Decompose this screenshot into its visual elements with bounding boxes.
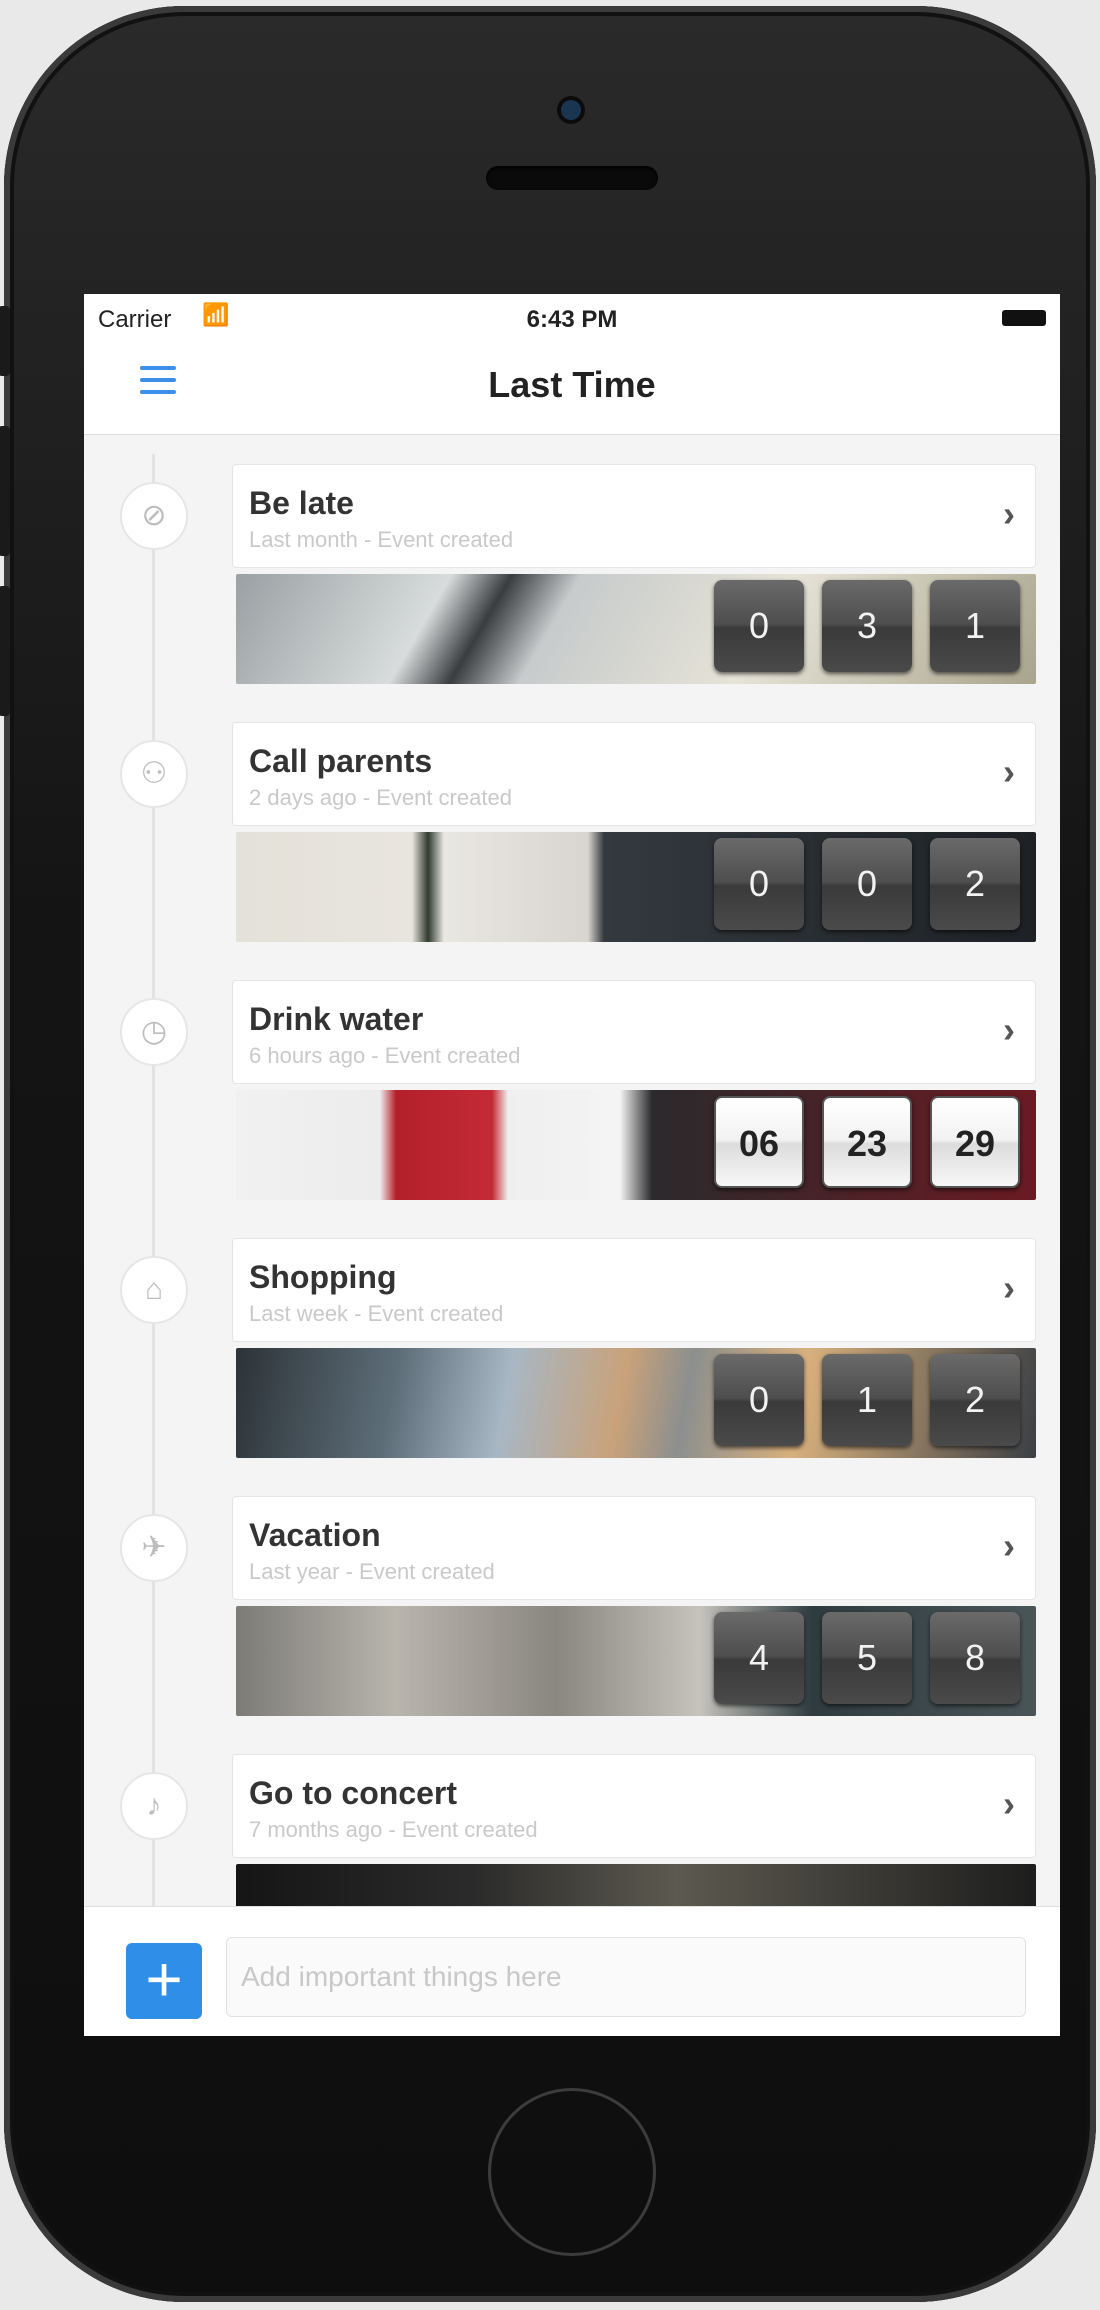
counter-digit: 8 — [930, 1612, 1020, 1704]
music-note-icon: ♪ — [120, 1772, 188, 1840]
page-title: Last Time — [488, 364, 656, 405]
event-header[interactable]: Be late Last month - Event created › — [232, 464, 1036, 568]
app-screen: Carrier 📶 6:43 PM Last Time ⊘ Be late Last… — [84, 294, 1060, 2036]
event-header[interactable]: Shopping Last week - Event created › — [232, 1238, 1036, 1342]
mute-switch — [0, 306, 10, 376]
counter-digit: 3 — [822, 580, 912, 672]
counter-digit: 06 — [714, 1096, 804, 1188]
counter-digit: 0 — [714, 1354, 804, 1446]
add-button[interactable]: + — [126, 1943, 202, 2019]
status-time: 6:43 PM — [526, 306, 618, 333]
event-photo: 012 — [236, 1348, 1036, 1458]
people-icon: ⚇ — [120, 740, 188, 808]
event-photo: 06 23 29 — [236, 1090, 1036, 1200]
event-name: Go to concert — [249, 1775, 458, 1811]
event-card[interactable]: Call parents 2 days ago - Event created › 0… — [232, 722, 1036, 942]
counter-digit: 5 — [822, 1612, 912, 1704]
event-card[interactable]: Drink water 6 hours ago - Event created › 0… — [232, 980, 1036, 1200]
counter-digit: 1 — [930, 580, 1020, 672]
battery-icon — [1002, 310, 1046, 326]
counter-digit: 2 — [930, 838, 1020, 930]
event-subtitle: Last week - Event created — [249, 1301, 504, 1326]
counter-digit: 1 — [822, 1354, 912, 1446]
chevron-right-icon: › — [1003, 1525, 1015, 1566]
event-subtitle: 2 days ago - Event created — [249, 785, 512, 810]
event-header[interactable]: Vacation Last year - Event created › — [232, 1496, 1036, 1600]
status-bar: Carrier 📶 6:43 PM — [84, 294, 1060, 334]
event-subtitle: Last month - Event created — [249, 527, 514, 552]
nav-bar: Last Time — [84, 334, 1060, 435]
ban-icon: ⊘ — [120, 482, 188, 550]
event-photo: 458 — [236, 1606, 1036, 1716]
elapsed-counter: 458 — [714, 1612, 1020, 1704]
counter-digit: 4 — [714, 1612, 804, 1704]
event-name: Shopping — [249, 1259, 397, 1295]
event-card[interactable]: Be late Last month - Event created › 0 3 1 — [232, 464, 1036, 684]
hanger-icon: ⌂ — [120, 1256, 188, 1324]
volume-up-button — [0, 426, 10, 556]
counter-digit: 23 — [822, 1096, 912, 1188]
event-name: Call parents — [249, 743, 433, 779]
event-name: Vacation — [249, 1517, 381, 1553]
airplane-icon: ✈ — [120, 1514, 188, 1582]
volume-down-button — [0, 586, 10, 716]
event-name: Drink water — [249, 1001, 424, 1037]
home-button[interactable] — [488, 2088, 656, 2256]
event-card[interactable]: Shopping Last week - Event created › 0 1 2 — [232, 1238, 1036, 1458]
counter-digit: 0 — [714, 838, 804, 930]
elapsed-counter: 012 — [714, 1354, 1020, 1446]
counter-digit: 29 — [930, 1096, 1020, 1188]
chevron-right-icon: › — [1003, 1009, 1015, 1050]
counter-digit: 2 — [930, 1354, 1020, 1446]
add-input[interactable] — [226, 1937, 1026, 2017]
add-bar: + — [84, 1906, 1060, 2036]
elapsed-counter: 06 23 29 — [714, 1096, 1020, 1188]
front-camera — [561, 100, 581, 120]
counter-digit: 0 — [822, 838, 912, 930]
event-header[interactable]: Call parents 2 days ago - Event created › — [232, 722, 1036, 826]
event-header[interactable]: Go to concert 7 months ago - Event create… — [232, 1754, 1036, 1858]
event-subtitle: Last year - Event created — [249, 1559, 495, 1584]
earpiece-speaker — [486, 166, 658, 190]
counter-digit: 0 — [714, 580, 804, 672]
event-subtitle: 6 hours ago - Event created — [249, 1043, 521, 1068]
elapsed-counter: 002 — [714, 838, 1020, 930]
event-card[interactable]: Vacation Last year - Event created › 4 5 8 — [232, 1496, 1036, 1716]
event-name: Be late — [249, 485, 354, 521]
event-subtitle: 7 months ago - Event created — [249, 1817, 538, 1842]
event-header[interactable]: Drink water 6 hours ago - Event created › — [232, 980, 1036, 1084]
chevron-right-icon: › — [1003, 1783, 1015, 1824]
event-photo: 031 — [236, 574, 1036, 684]
event-photo: 002 — [236, 832, 1036, 942]
chevron-right-icon: › — [1003, 493, 1015, 534]
elapsed-counter: 031 — [714, 580, 1020, 672]
clock-icon: ◷ — [120, 998, 188, 1066]
chevron-right-icon: › — [1003, 1267, 1015, 1308]
phone-frame: Carrier 📶 6:43 PM Last Time ⊘ Be late Last… — [0, 6, 1096, 2302]
chevron-right-icon: › — [1003, 751, 1015, 792]
